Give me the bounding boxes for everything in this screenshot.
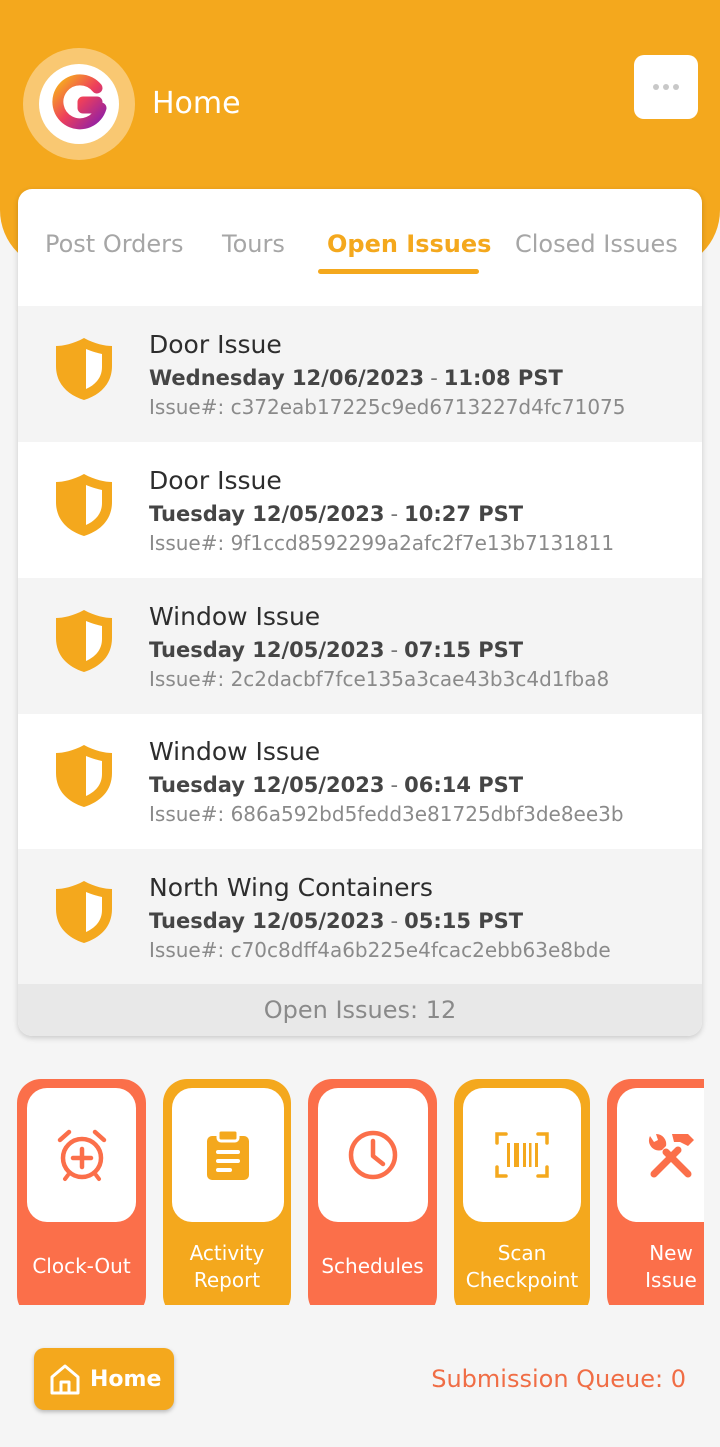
dot-icon: [663, 84, 669, 90]
tab-open-issues[interactable]: Open Issues: [327, 230, 491, 258]
issue-number: Issue#: 686a592bd5fedd3e81725dbf3de8ee3b: [149, 802, 624, 826]
issue-title: Window Issue: [149, 737, 321, 766]
new-issue-label: New Issue: [645, 1241, 697, 1292]
new-issue-tile: [617, 1088, 704, 1222]
more-options-button[interactable]: [634, 55, 698, 119]
shield-icon: [56, 338, 112, 400]
clock-out-tile: [27, 1088, 136, 1222]
issue-row[interactable]: Door Issue Wednesday 12/06/2023-11:08 PS…: [18, 306, 702, 442]
page-title: Home: [152, 86, 241, 121]
scan-checkpoint-button[interactable]: Scan Checkpoint: [454, 1079, 590, 1305]
scan-checkpoint-tile: [463, 1088, 581, 1222]
home-icon: [50, 1364, 80, 1395]
brand-logo-inner: [39, 64, 119, 144]
tab-post-orders[interactable]: Post Orders: [45, 230, 184, 258]
tab-closed-issues[interactable]: Closed Issues: [515, 230, 678, 258]
clipboard-icon: [207, 1128, 249, 1180]
quick-actions: Clock-Out Activity Report Schedules Scan…: [0, 1079, 704, 1305]
issue-title: Door Issue: [149, 466, 282, 495]
issue-row[interactable]: North Wing Containers Tuesday 12/05/2023…: [18, 849, 702, 985]
shield-icon: [56, 610, 112, 672]
issues-card: Post Orders Tours Open Issues Closed Iss…: [18, 189, 702, 1036]
issue-title: Door Issue: [149, 330, 282, 359]
issue-row[interactable]: Window Issue Tuesday 12/05/2023-06:14 PS…: [18, 713, 702, 849]
tab-tours[interactable]: Tours: [222, 230, 285, 258]
scan-checkpoint-label: Scan Checkpoint: [465, 1241, 579, 1292]
new-issue-button[interactable]: New Issue: [607, 1079, 704, 1305]
issue-number: Issue#: c372eab17225c9ed6713227d4fc71075: [149, 395, 626, 419]
issue-row[interactable]: Door Issue Tuesday 12/05/2023-10:27 PST …: [18, 442, 702, 578]
dot-icon: [673, 84, 679, 90]
home-nav-label: Home: [90, 1366, 162, 1392]
schedules-tile: [318, 1088, 428, 1222]
issue-number: Issue#: 2c2dacbf7fce135a3cae43b3c4d1fba8: [149, 667, 610, 691]
clock-icon: [348, 1130, 398, 1180]
issue-datetime: Tuesday 12/05/2023-07:15 PST: [149, 638, 524, 662]
tab-bar: Post Orders Tours Open Issues Closed Iss…: [18, 189, 702, 306]
issue-row[interactable]: Window Issue Tuesday 12/05/2023-07:15 PS…: [18, 578, 702, 714]
active-tab-indicator: [318, 269, 479, 274]
home-nav-button[interactable]: Home: [34, 1348, 174, 1410]
clock-out-button[interactable]: Clock-Out: [17, 1079, 146, 1305]
alarm-clock-plus-icon: [57, 1129, 106, 1181]
clock-out-label: Clock-Out: [32, 1254, 131, 1278]
shield-icon: [56, 745, 112, 807]
issue-datetime: Tuesday 12/05/2023-05:15 PST: [149, 909, 524, 933]
issue-title: North Wing Containers: [149, 873, 433, 902]
issue-datetime: Wednesday 12/06/2023-11:08 PST: [149, 366, 563, 390]
open-issues-count: Open Issues: 12: [18, 984, 702, 1036]
activity-report-tile: [172, 1088, 284, 1222]
tools-icon: [648, 1133, 694, 1178]
brand-logo: [23, 48, 135, 160]
schedules-label: Schedules: [321, 1254, 424, 1278]
brand-logo-icon: [52, 74, 107, 130]
dot-icon: [653, 84, 659, 90]
issue-title: Window Issue: [149, 602, 321, 631]
activity-report-label: Activity Report: [189, 1241, 265, 1292]
issue-datetime: Tuesday 12/05/2023-06:14 PST: [149, 773, 524, 797]
activity-report-button[interactable]: Activity Report: [163, 1079, 291, 1305]
schedules-button[interactable]: Schedules: [308, 1079, 437, 1305]
shield-icon: [56, 474, 112, 536]
issue-number: Issue#: c70c8dff4a6b225e4fcac2ebb63e8bde: [149, 938, 611, 962]
issue-number: Issue#: 9f1ccd8592299a2afc2f7e13b7131811: [149, 531, 615, 555]
shield-icon: [56, 881, 112, 943]
issue-datetime: Tuesday 12/05/2023-10:27 PST: [149, 502, 524, 526]
submission-queue[interactable]: Submission Queue: 0: [431, 1365, 686, 1393]
bottom-bar: Home Submission Queue: 0: [0, 1305, 720, 1447]
barcode-icon: [495, 1132, 549, 1178]
